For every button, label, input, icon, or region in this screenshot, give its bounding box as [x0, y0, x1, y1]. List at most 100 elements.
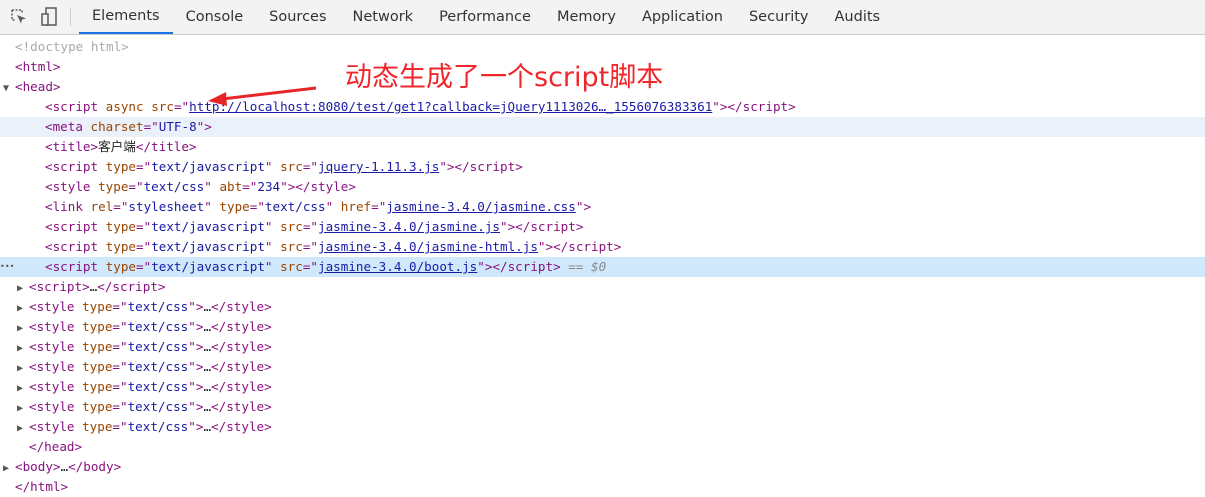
console-ref: == $0: [560, 259, 607, 274]
tag-token: =": [242, 179, 258, 194]
tab-memory[interactable]: Memory: [544, 0, 629, 34]
tag-token: ": [204, 199, 220, 214]
attr-value: text/css: [127, 399, 189, 414]
dom-node-row[interactable]: <style type="text/css" abt="234"></style…: [0, 177, 1205, 197]
dom-node-row[interactable]: <script type="text/javascript" src="jque…: [0, 157, 1205, 177]
tag-token: =": [112, 379, 128, 394]
attr-name: src: [280, 219, 303, 234]
attr-value: text/javascript: [151, 259, 265, 274]
tag-token: <meta: [45, 119, 91, 134]
attr-name: type: [82, 399, 113, 414]
link[interactable]: jquery-1.11.3.js: [318, 159, 439, 174]
dom-node-row[interactable]: ▶ <style type="text/css">…</style>: [0, 377, 1205, 397]
dom-node-row[interactable]: ▶ <style type="text/css">…</style>: [0, 297, 1205, 317]
text-content: …: [203, 379, 212, 394]
text-content: …: [203, 419, 212, 434]
tag-token: =": [136, 259, 152, 274]
dom-node-row[interactable]: ▶ <style type="text/css">…</style>: [0, 357, 1205, 377]
tag-token: ": [264, 239, 281, 254]
dom-node-row[interactable]: ▶ <style type="text/css">…</style>: [0, 397, 1205, 417]
tag-token: </style>: [211, 399, 272, 414]
tag-token: </style>: [211, 339, 272, 354]
tag-token: =": [143, 119, 159, 134]
attr-value: UTF-8: [158, 119, 197, 134]
dom-node-row[interactable]: ▶ <style type="text/css">…</style>: [0, 417, 1205, 437]
tag-token: ">: [188, 419, 204, 434]
expand-triangle-closed-icon[interactable]: ▶: [17, 419, 29, 439]
dom-node-row[interactable]: <meta charset="UTF-8">: [0, 117, 1205, 137]
dom-node-row[interactable]: <script type="text/javascript" src="jasm…: [0, 217, 1205, 237]
tag-token: =": [302, 219, 319, 234]
tag-token: <style: [29, 319, 83, 334]
link[interactable]: jasmine-3.4.0/boot.js: [318, 259, 477, 274]
expand-triangle-closed-icon[interactable]: ▶: [3, 459, 15, 479]
tag-token: <script: [45, 159, 106, 174]
attr-name: type: [82, 419, 113, 434]
expand-triangle-closed-icon[interactable]: ▶: [17, 399, 29, 419]
attr-name: src: [280, 159, 303, 174]
tag-token: =": [112, 339, 128, 354]
tag-token: <style: [29, 419, 83, 434]
tag-token: =": [136, 239, 152, 254]
attr-value: 234: [257, 179, 281, 194]
attr-name: src: [280, 259, 303, 274]
dom-node-row[interactable]: ▶ <style type="text/css">…</style>: [0, 317, 1205, 337]
tag-token: </script>: [97, 279, 166, 294]
tag-token: <script: [45, 239, 106, 254]
tag-token: <style: [45, 179, 99, 194]
tab-performance[interactable]: Performance: [426, 0, 544, 34]
tab-audits[interactable]: Audits: [822, 0, 894, 34]
attr-value: text/css: [127, 339, 189, 354]
attr-value: text/css: [127, 359, 189, 374]
tag-token: =": [113, 199, 129, 214]
tag-token: ": [204, 179, 220, 194]
dom-node-row[interactable]: </head>: [0, 437, 1205, 457]
tag-token: "></script>: [477, 259, 561, 274]
tag-token: <body>: [15, 459, 61, 474]
expand-triangle-closed-icon[interactable]: ▶: [17, 339, 29, 359]
tab-security[interactable]: Security: [736, 0, 822, 34]
tag-token: <script: [45, 259, 106, 274]
tag-token: ">: [188, 299, 204, 314]
attr-name: type: [82, 359, 113, 374]
expand-triangle-closed-icon[interactable]: ▶: [17, 359, 29, 379]
more-options-icon[interactable]: •••: [0, 257, 14, 277]
tag-token: =": [136, 219, 152, 234]
dom-node-row[interactable]: ▶ <style type="text/css">…</style>: [0, 337, 1205, 357]
tag-token: =": [112, 359, 128, 374]
attr-name: type: [105, 259, 137, 274]
annotation-arrow-icon: [208, 86, 317, 106]
attr-name: type: [82, 379, 113, 394]
tag-token: =": [302, 239, 319, 254]
link[interactable]: jasmine-3.4.0/jasmine.css: [386, 199, 576, 214]
tag-token: ">: [575, 199, 592, 214]
tab-application[interactable]: Application: [629, 0, 736, 34]
tag-token: =": [112, 299, 128, 314]
dom-node-row[interactable]: ▶ <script>…</script>: [0, 277, 1205, 297]
link[interactable]: jasmine-3.4.0/jasmine-html.js: [318, 239, 538, 254]
tag-token: <link: [45, 199, 91, 214]
tag-token: <title>: [45, 139, 99, 154]
text-content: …: [203, 399, 212, 414]
tag-token: ">: [188, 379, 204, 394]
dom-node-row[interactable]: <link rel="stylesheet" type="text/css" h…: [0, 197, 1205, 217]
tag-token: =": [302, 159, 319, 174]
expand-triangle-closed-icon[interactable]: ▶: [17, 319, 29, 339]
dom-node-row[interactable]: <script type="text/javascript" src="jasm…: [0, 237, 1205, 257]
attr-name: href: [340, 199, 372, 214]
attr-value: text/css: [264, 199, 326, 214]
expand-triangle-closed-icon[interactable]: ▶: [17, 299, 29, 319]
dom-node-row[interactable]: </html>: [0, 477, 1205, 497]
dom-node-row[interactable]: ••• <script type="text/javascript" src="j…: [0, 257, 1205, 277]
dom-node-row[interactable]: ▶ <body>…</body>: [0, 457, 1205, 477]
tag-token: </title>: [135, 139, 197, 154]
tag-token: =": [112, 399, 128, 414]
attr-name: src: [280, 239, 303, 254]
link[interactable]: jasmine-3.4.0/jasmine.js: [318, 219, 500, 234]
attr-name: type: [219, 199, 250, 214]
expand-triangle-closed-icon[interactable]: ▶: [17, 379, 29, 399]
tag-token: <script: [45, 219, 106, 234]
dom-node-row[interactable]: <title>客户端</title>: [0, 137, 1205, 157]
tag-token: "></script>: [537, 239, 622, 254]
expand-triangle-closed-icon[interactable]: ▶: [17, 279, 29, 299]
